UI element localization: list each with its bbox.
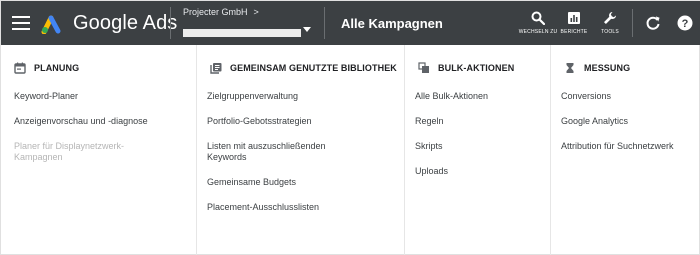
tools-label: TOOLS <box>601 29 619 35</box>
column-title: MESSUNG <box>584 63 631 73</box>
account-selector[interactable]: Projecter GmbH > <box>170 7 320 39</box>
column-planning: PLANUNG Keyword-Planer Anzeigenvorschau … <box>1 45 196 255</box>
menu-item-rules[interactable]: Regeln <box>415 116 535 127</box>
menu-item-scripts[interactable]: Skripts <box>415 141 535 152</box>
column-title: PLANUNG <box>34 63 80 73</box>
svg-text:?: ? <box>682 18 689 30</box>
column-header-bulk-actions: BULK-AKTIONEN <box>405 59 550 77</box>
column-measurement: MESSUNG Conversions Google Analytics Att… <box>550 45 700 255</box>
menu-item-keyword-planer[interactable]: Keyword-Planer <box>14 91 184 102</box>
google-ads-tools-menu: Google Ads Projecter GmbH > Alle Kampagn… <box>0 0 700 255</box>
menu-item-search-attribution[interactable]: Attribution für Suchnetzwerk <box>561 141 699 152</box>
campaign-title: Alle Kampagnen <box>324 7 443 39</box>
bulk-actions-icon <box>418 62 429 73</box>
menu-item-audience-manager[interactable]: Zielgruppenverwaltung <box>207 91 377 102</box>
menu-item-display-planner: Planer für Displaynetzwerk-Kampagnen <box>14 141 125 162</box>
tools-button[interactable]: TOOLS <box>592 1 628 45</box>
switch-to-label: WECHSELN ZU <box>518 29 558 35</box>
menu-item-placement-exclusion-lists[interactable]: Placement-Ausschlusslisten <box>207 202 377 213</box>
search-icon <box>531 11 545 25</box>
reports-label: BERICHTE <box>560 29 588 35</box>
help-icon: ? <box>677 15 693 31</box>
menu-item-conversions[interactable]: Conversions <box>561 91 699 102</box>
menu-item-uploads[interactable]: Uploads <box>415 166 535 177</box>
wrench-icon <box>604 12 616 24</box>
help-button[interactable]: ? <box>669 1 700 45</box>
redacted-account-id <box>183 29 301 37</box>
column-title: GEMEINSAM GENUTZTE BIBLIOTHEK <box>230 63 397 73</box>
google-ads-logo[interactable]: Google Ads <box>41 1 177 45</box>
tools-menu-panel: PLANUNG Keyword-Planer Anzeigenvorschau … <box>1 45 700 255</box>
reports-icon <box>568 12 580 24</box>
column-header-measurement: MESSUNG <box>551 59 700 77</box>
top-app-bar: Google Ads Projecter GmbH > Alle Kampagn… <box>1 1 700 45</box>
column-header-shared-library: GEMEINSAM GENUTZTE BIBLIOTHEK <box>197 59 404 77</box>
menu-item-all-bulk-actions[interactable]: Alle Bulk-Aktionen <box>415 91 535 102</box>
menu-item-ad-preview-diagnosis[interactable]: Anzeigenvorschau und -diagnose <box>14 116 184 127</box>
refresh-button[interactable] <box>637 1 669 45</box>
account-chevron-icon: > <box>253 7 259 17</box>
reports-button[interactable]: BERICHTE <box>556 1 592 45</box>
calendar-icon <box>14 62 26 74</box>
switch-to-button[interactable]: WECHSELN ZU <box>518 1 558 45</box>
toolbar-divider <box>632 9 633 37</box>
column-shared-library: GEMEINSAM GENUTZTE BIBLIOTHEK Zielgruppe… <box>196 45 404 255</box>
refresh-icon <box>646 16 660 30</box>
menu-item-negative-keyword-lists[interactable]: Listen mit auszuschließenden Keywords <box>207 141 357 163</box>
hamburger-menu-icon[interactable] <box>1 1 41 45</box>
column-title: BULK-AKTIONEN <box>438 63 515 73</box>
google-ads-logo-icon <box>41 15 61 34</box>
library-icon <box>210 63 222 74</box>
column-bulk-actions: BULK-AKTIONEN Alle Bulk-Aktionen Regeln … <box>404 45 550 255</box>
dropdown-caret-icon <box>303 27 311 32</box>
menu-item-shared-budgets[interactable]: Gemeinsame Budgets <box>207 177 377 188</box>
logo-text: Google Ads <box>73 11 178 34</box>
hourglass-icon <box>566 63 574 73</box>
header-tools: WECHSELN ZU BERICHTE TOOLS ? <box>518 1 700 45</box>
account-name: Projecter GmbH <box>183 7 248 17</box>
menu-item-portfolio-bid-strategies[interactable]: Portfolio-Gebotsstrategien <box>207 116 377 127</box>
menu-item-google-analytics[interactable]: Google Analytics <box>561 116 699 127</box>
column-header-planning: PLANUNG <box>1 59 196 77</box>
